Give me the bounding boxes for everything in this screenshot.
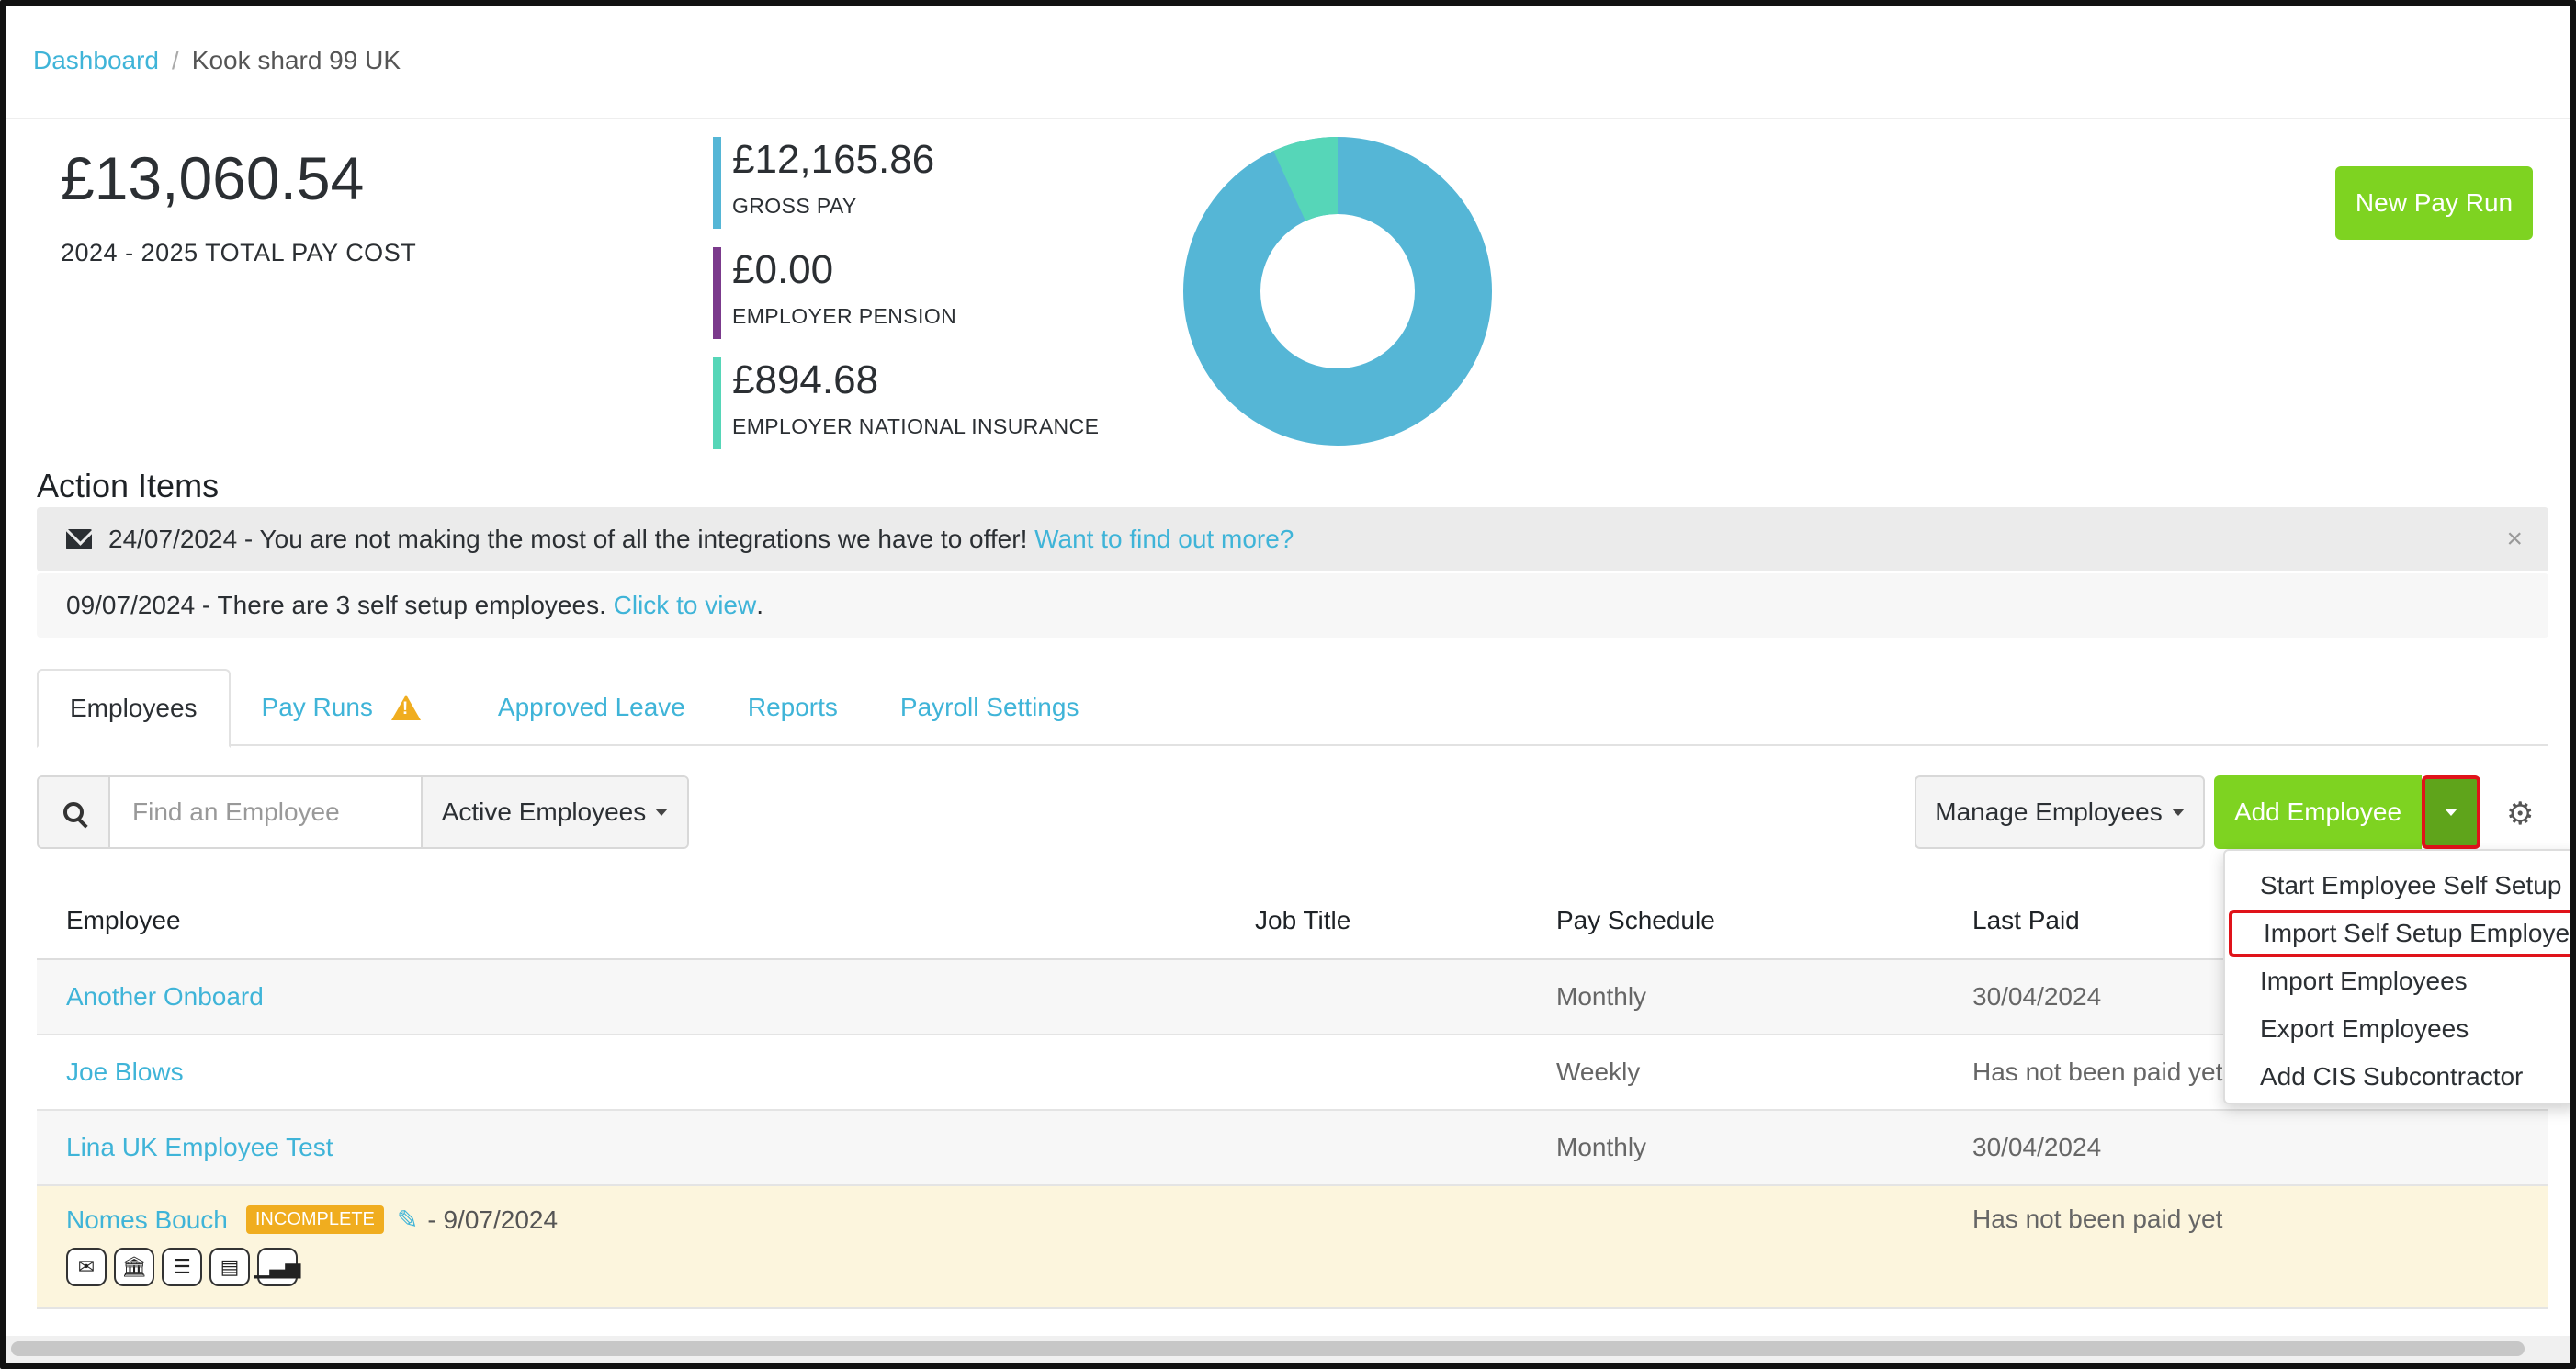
stat-amount: £894.68 bbox=[732, 357, 879, 402]
envelope-icon[interactable]: ✉ bbox=[66, 1248, 107, 1286]
employee-link[interactable]: Another Onboard bbox=[66, 982, 264, 1011]
incomplete-badge: INCOMPLETE bbox=[245, 1205, 384, 1234]
action-items-title: Action Items bbox=[37, 467, 220, 504]
chevron-down-icon bbox=[655, 809, 669, 816]
breadcrumb-current: Kook shard 99 UK bbox=[191, 46, 401, 74]
last-paid-cell: 30/04/2024 bbox=[1972, 1133, 2102, 1161]
table-row: Joe Blows Weekly Has not been paid yet bbox=[37, 1035, 2548, 1111]
table-header: Employee Job Title Pay Schedule Last Pai… bbox=[37, 883, 2548, 960]
table-row: Another Onboard Monthly 30/04/2024 bbox=[37, 960, 2548, 1035]
total-pay-cost-label: 2024 - 2025 TOTAL PAY COST bbox=[61, 239, 417, 266]
stat-employer-ni: £894.68 EMPLOYER NATIONAL INSURANCE bbox=[713, 357, 1099, 449]
table-row: Lina UK Employee Test Monthly 30/04/2024 bbox=[37, 1111, 2548, 1186]
search-icon[interactable] bbox=[39, 777, 110, 847]
tab-pay-runs[interactable]: Pay Runs bbox=[231, 669, 452, 746]
tab-bar: Employees Pay Runs Approved Leave Report… bbox=[37, 669, 2548, 748]
employee-link[interactable]: Joe Blows bbox=[66, 1058, 184, 1086]
total-pay-cost-amount: £13,060.54 bbox=[61, 144, 365, 212]
setup-status-icons: ✉ 🏛 ☰ ▤ ▁▃▅ bbox=[66, 1248, 1255, 1286]
click-to-view-link[interactable]: Click to view bbox=[614, 591, 757, 620]
search-input[interactable] bbox=[110, 777, 421, 847]
bank-icon[interactable]: 🏛 bbox=[114, 1248, 154, 1286]
envelope-icon bbox=[66, 529, 92, 549]
manage-employees-label: Manage Employees bbox=[1935, 798, 2163, 826]
add-employee-dropdown-menu: Start Employee Self Setup Import Self Se… bbox=[2223, 849, 2570, 1104]
last-paid-cell: Has not been paid yet bbox=[1972, 1205, 2223, 1233]
stat-amount: £12,165.86 bbox=[732, 137, 935, 182]
employee-link[interactable]: Nomes Bouch bbox=[66, 1205, 228, 1235]
tab-employees[interactable]: Employees bbox=[37, 669, 231, 748]
pay-cost-donut-chart bbox=[1183, 137, 1492, 446]
find-out-more-link[interactable]: Want to find out more? bbox=[1034, 525, 1294, 554]
action-item-suffix: . bbox=[756, 591, 764, 619]
stat-gross-pay: £12,165.86 GROSS PAY bbox=[713, 137, 934, 229]
incomplete-date: - 9/07/2024 bbox=[427, 1205, 559, 1234]
app-window: Dashboard / Kook shard 99 UK £13,060.54 … bbox=[0, 0, 2576, 1369]
action-item-text: 09/07/2024 - There are 3 self setup empl… bbox=[66, 591, 614, 619]
tab-payroll-settings[interactable]: Payroll Settings bbox=[869, 669, 1111, 746]
column-header-job-title[interactable]: Job Title bbox=[1255, 906, 1556, 935]
pay-schedule-cell: Weekly bbox=[1556, 1058, 1641, 1086]
chevron-down-icon bbox=[2171, 809, 2185, 816]
action-item-integrations: 24/07/2024 - You are not making the most… bbox=[37, 507, 2548, 571]
menu-item-add-cis-subcontractor[interactable]: Add CIS Subcontractor bbox=[2225, 1053, 2570, 1101]
gear-icon[interactable]: ⚙ bbox=[2506, 796, 2534, 832]
employee-link[interactable]: Lina UK Employee Test bbox=[66, 1133, 333, 1161]
pay-schedule-cell: Monthly bbox=[1556, 1133, 1647, 1161]
filter-label: Active Employees bbox=[441, 798, 647, 826]
stat-label: GROSS PAY bbox=[732, 194, 857, 218]
pencil-icon[interactable]: ✎ bbox=[397, 1205, 418, 1235]
tab-approved-leave[interactable]: Approved Leave bbox=[467, 669, 717, 746]
tab-reports[interactable]: Reports bbox=[717, 669, 869, 746]
stat-color-bar bbox=[713, 137, 721, 229]
stat-color-bar bbox=[713, 247, 721, 339]
stat-label: EMPLOYER PENSION bbox=[732, 304, 957, 328]
column-header-employee[interactable]: Employee bbox=[37, 906, 1255, 935]
menu-item-import-employees[interactable]: Import Employees bbox=[2225, 957, 2570, 1005]
add-employee-button[interactable]: Add Employee bbox=[2214, 775, 2422, 849]
warning-icon bbox=[390, 695, 421, 720]
stat-employer-pension: £0.00 EMPLOYER PENSION bbox=[713, 247, 956, 339]
pay-schedule-cell: Monthly bbox=[1556, 982, 1647, 1011]
document-icon[interactable]: ▤ bbox=[209, 1248, 250, 1286]
list-icon[interactable]: ☰ bbox=[162, 1248, 202, 1286]
employees-table: Employee Job Title Pay Schedule Last Pai… bbox=[37, 883, 2548, 1309]
header-divider bbox=[6, 118, 2570, 119]
horizontal-scrollbar-thumb[interactable] bbox=[11, 1341, 2525, 1356]
manage-employees-button[interactable]: Manage Employees bbox=[1915, 775, 2205, 849]
new-pay-run-button[interactable]: New Pay Run bbox=[2335, 166, 2533, 240]
stat-color-bar bbox=[713, 357, 721, 449]
action-item-text: 24/07/2024 - You are not making the most… bbox=[108, 525, 1035, 553]
menu-item-export-employees[interactable]: Export Employees bbox=[2225, 1005, 2570, 1053]
action-item-self-setup: 09/07/2024 - There are 3 self setup empl… bbox=[37, 573, 2548, 638]
breadcrumb-dashboard-link[interactable]: Dashboard bbox=[33, 46, 159, 75]
breadcrumb-separator: / bbox=[171, 46, 179, 74]
employee-search-group: Active Employees bbox=[37, 775, 689, 849]
menu-item-start-self-setup[interactable]: Start Employee Self Setup bbox=[2225, 862, 2570, 910]
close-icon[interactable]: × bbox=[2506, 524, 2523, 555]
column-header-pay-schedule[interactable]: Pay Schedule bbox=[1556, 906, 1972, 935]
add-employee-dropdown-toggle[interactable] bbox=[2422, 775, 2480, 849]
chevron-down-icon bbox=[2445, 809, 2457, 816]
tab-label: Pay Runs bbox=[261, 693, 373, 721]
stat-label: EMPLOYER NATIONAL INSURANCE bbox=[732, 414, 1100, 438]
signal-icon[interactable]: ▁▃▅ bbox=[254, 1248, 300, 1286]
menu-item-import-self-setup[interactable]: Import Self Setup Employees bbox=[2229, 910, 2570, 957]
breadcrumb: Dashboard / Kook shard 99 UK bbox=[33, 46, 401, 75]
stat-amount: £0.00 bbox=[732, 247, 834, 292]
table-row-incomplete: Nomes Bouch INCOMPLETE ✎ - 9/07/2024 ✉ 🏛… bbox=[37, 1186, 2548, 1309]
employee-filter-dropdown[interactable]: Active Employees bbox=[421, 777, 687, 847]
